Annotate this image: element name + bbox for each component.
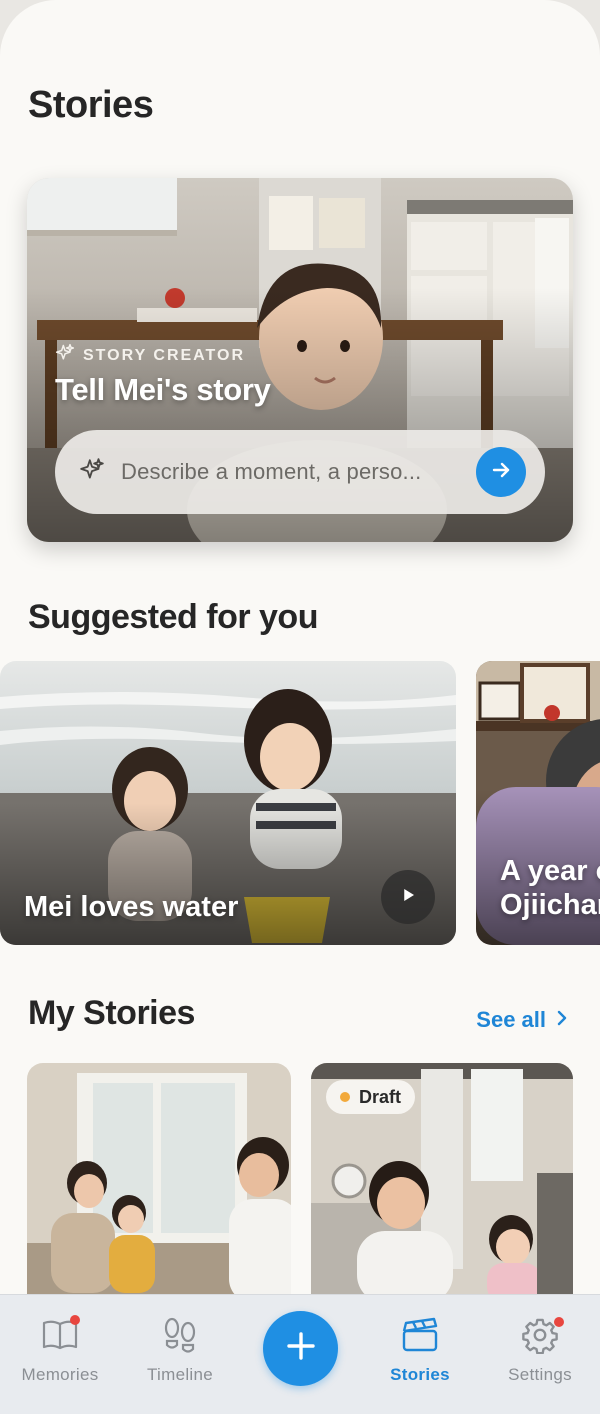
gear-icon xyxy=(518,1315,564,1355)
notification-dot xyxy=(70,1315,80,1325)
tab-timeline[interactable]: Timeline xyxy=(120,1315,240,1385)
book-icon xyxy=(38,1315,82,1355)
page-title: Stories xyxy=(28,84,154,126)
my-story-card[interactable] xyxy=(27,1063,291,1303)
prompt-placeholder: Describe a moment, a perso... xyxy=(121,459,422,484)
create-button[interactable] xyxy=(263,1311,338,1386)
sparkle-icon xyxy=(79,457,105,488)
tab-settings[interactable]: Settings xyxy=(480,1315,600,1385)
tab-label: Settings xyxy=(508,1365,572,1384)
suggested-story-card[interactable]: A year o Ojiichan xyxy=(476,661,600,945)
bottom-tab-bar: Memories Timeline Stories Settings xyxy=(0,1294,600,1414)
title-line-1: A year o xyxy=(500,855,600,887)
chevron-right-icon xyxy=(556,1007,568,1033)
tab-stories[interactable]: Stories xyxy=(360,1315,480,1385)
family-living-room-photo xyxy=(27,1063,291,1303)
my-stories-section-title: My Stories xyxy=(28,994,195,1032)
story-prompt-input[interactable]: Describe a moment, a perso... xyxy=(55,430,545,514)
tab-label: Memories xyxy=(21,1365,99,1384)
see-all-link[interactable]: See all xyxy=(476,1007,568,1033)
arrow-right-icon xyxy=(489,458,513,487)
story-creator-card[interactable]: STORY CREATOR Tell Mei's story Describe … xyxy=(27,178,573,542)
footprints-icon xyxy=(158,1315,202,1355)
app-screen: Stories STORY CREATOR Tell Mei's story D… xyxy=(0,0,600,1414)
clapperboard-icon xyxy=(398,1315,442,1355)
tab-memories[interactable]: Memories xyxy=(0,1315,120,1385)
sparkle-icon xyxy=(55,343,75,368)
play-button[interactable] xyxy=(381,870,435,924)
eyebrow-text: STORY CREATOR xyxy=(83,346,246,364)
draft-label: Draft xyxy=(359,1086,402,1107)
tab-label: Stories xyxy=(390,1365,450,1384)
tab-label: Timeline xyxy=(146,1365,213,1384)
title-line-2: Ojiichan xyxy=(500,889,600,921)
suggested-story-card[interactable]: Mei loves water xyxy=(0,661,456,945)
notification-dot xyxy=(554,1317,564,1327)
suggested-section-title: Suggested for you xyxy=(28,598,318,636)
plus-icon xyxy=(286,1331,316,1366)
see-all-label: See all xyxy=(476,1007,546,1032)
send-button[interactable] xyxy=(476,447,526,497)
suggested-card-title: A year o Ojiichan xyxy=(500,854,600,922)
play-icon xyxy=(399,886,417,909)
suggested-card-title: Mei loves water xyxy=(24,891,239,923)
story-creator-label: STORY CREATOR xyxy=(55,343,245,368)
draft-badge: Draft xyxy=(326,1080,416,1114)
my-story-card[interactable]: Draft xyxy=(311,1063,573,1303)
hero-title: Tell Mei's story xyxy=(55,372,271,407)
draft-status-dot xyxy=(340,1092,350,1102)
